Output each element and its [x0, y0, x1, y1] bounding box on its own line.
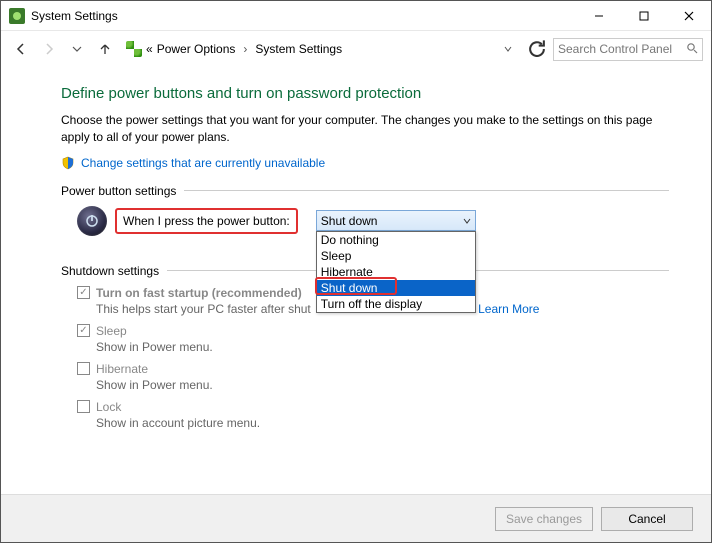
minimize-button[interactable]	[576, 1, 621, 30]
chevron-right-icon: ›	[243, 42, 247, 56]
dropdown-option[interactable]: Do nothing	[317, 232, 475, 248]
divider	[184, 190, 669, 191]
refresh-button[interactable]	[525, 37, 549, 61]
maximize-button[interactable]	[621, 1, 666, 30]
admin-change-link[interactable]: Change settings that are currently unava…	[81, 156, 325, 170]
recent-dropdown-button[interactable]	[65, 37, 89, 61]
page-description: Choose the power settings that you want …	[61, 112, 669, 146]
group-label: Shutdown settings	[61, 264, 159, 278]
power-button-row: When I press the power button: Shut down…	[77, 206, 669, 236]
search-placeholder: Search Control Panel	[558, 42, 672, 56]
setting-description: Show in Power menu.	[96, 340, 669, 354]
setting-description: Show in account picture menu.	[96, 416, 669, 430]
checkbox-lock[interactable]	[77, 400, 90, 413]
dropdown-option-selected[interactable]: Shut down	[317, 280, 475, 296]
save-button[interactable]: Save changes	[495, 507, 593, 531]
checkbox-label: Lock	[96, 400, 121, 414]
power-button-combo[interactable]: Shut down	[316, 210, 476, 231]
dropdown-option[interactable]: Sleep	[317, 248, 475, 264]
navbar: « Power Options › System Settings Search…	[1, 31, 711, 67]
checkbox-hibernate[interactable]	[77, 362, 90, 375]
back-button[interactable]	[9, 37, 33, 61]
checkbox-label: Sleep	[96, 324, 127, 338]
admin-link-row: Change settings that are currently unava…	[61, 156, 669, 170]
forward-button[interactable]	[37, 37, 61, 61]
breadcrumb[interactable]: « Power Options › System Settings	[121, 37, 521, 61]
close-button[interactable]	[666, 1, 711, 30]
shield-icon	[61, 156, 75, 170]
setting-lock: Lock Show in account picture menu.	[77, 400, 669, 430]
power-icon	[77, 206, 107, 236]
control-panel-icon	[126, 41, 142, 57]
checkbox-sleep[interactable]	[77, 324, 90, 337]
dropdown-option[interactable]: Turn off the display	[317, 296, 475, 312]
checkbox-label: Hibernate	[96, 362, 148, 376]
breadcrumb-dropdown-icon[interactable]	[500, 45, 516, 53]
settings-window: System Settings « Power Options › S	[0, 0, 712, 543]
search-input[interactable]: Search Control Panel	[553, 38, 703, 61]
chevron-down-icon	[463, 214, 471, 228]
cancel-button[interactable]: Cancel	[601, 507, 693, 531]
breadcrumb-item[interactable]: Power Options	[157, 42, 236, 56]
combo-value: Shut down	[321, 214, 378, 228]
group-label: Power button settings	[61, 184, 176, 198]
titlebar: System Settings	[1, 1, 711, 31]
breadcrumb-item[interactable]: System Settings	[255, 42, 342, 56]
group-power-button-settings: Power button settings	[61, 184, 669, 198]
checkbox-fast-startup[interactable]	[77, 286, 90, 299]
setting-hibernate: Hibernate Show in Power menu.	[77, 362, 669, 392]
button-bar: Save changes Cancel	[1, 494, 711, 542]
content-area: Define power buttons and turn on passwor…	[1, 67, 711, 542]
page-title: Define power buttons and turn on passwor…	[61, 85, 669, 102]
window-title: System Settings	[31, 9, 576, 23]
power-button-dropdown: Do nothing Sleep Hibernate Shut down Tur…	[316, 231, 476, 313]
up-button[interactable]	[93, 37, 117, 61]
highlight-label: When I press the power button:	[115, 208, 298, 234]
search-icon	[686, 42, 698, 57]
app-icon	[9, 8, 25, 24]
dropdown-option[interactable]: Hibernate	[317, 264, 475, 280]
breadcrumb-prefix: «	[146, 42, 153, 56]
learn-more-link[interactable]: Learn More	[478, 302, 539, 316]
setting-sleep: Sleep Show in Power menu.	[77, 324, 669, 354]
power-button-label: When I press the power button:	[123, 214, 290, 228]
setting-description: Show in Power menu.	[96, 378, 669, 392]
checkbox-label: Turn on fast startup (recommended)	[96, 286, 302, 300]
